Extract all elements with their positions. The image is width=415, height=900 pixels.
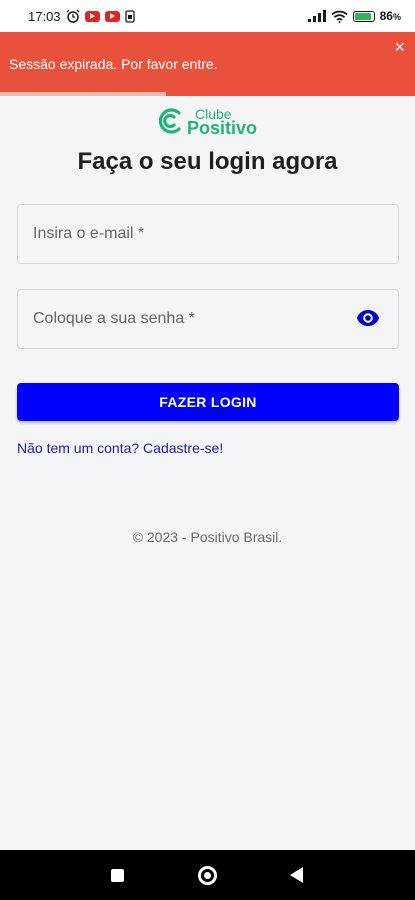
signal-icon	[307, 10, 326, 22]
logo-text: Clube Positivo	[187, 107, 258, 138]
password-input[interactable]	[18, 290, 398, 348]
status-bar: 17:03 86%	[0, 0, 415, 32]
status-left: 17:03	[28, 9, 135, 24]
signup-link[interactable]: Não tem um conta? Cadastre-se!	[17, 440, 223, 456]
clube-positivo-logo: Clube Positivo	[157, 107, 258, 138]
battery-level: 86%	[379, 9, 401, 23]
recent-apps-icon[interactable]	[111, 869, 124, 882]
youtube-icon	[84, 10, 100, 22]
page-title: Faça o seu login agora	[77, 148, 338, 175]
status-right: 86%	[307, 9, 401, 23]
toast-progress-bar	[0, 92, 166, 96]
close-icon[interactable]: ×	[394, 38, 405, 56]
email-field[interactable]	[17, 204, 399, 264]
password-field[interactable]	[17, 289, 399, 349]
session-expired-toast: Sessão expirada. Por favor entre. ×	[0, 32, 415, 96]
alarm-icon	[66, 9, 80, 23]
back-icon[interactable]	[290, 867, 303, 883]
battery-icon	[352, 10, 375, 22]
logo-line-2: Positivo	[187, 118, 258, 138]
footer-copyright: © 2023 - Positivo Brasil.	[132, 529, 283, 545]
youtube-icon	[104, 10, 120, 22]
toast-message: Sessão expirada. Por favor entre.	[9, 56, 218, 72]
home-icon[interactable]	[198, 866, 217, 885]
eye-icon[interactable]	[356, 309, 380, 327]
wifi-icon	[331, 10, 348, 23]
system-nav-bar	[0, 850, 415, 900]
status-time: 17:03	[28, 8, 61, 24]
email-input[interactable]	[18, 205, 398, 263]
logo-mark-icon	[158, 108, 181, 134]
sim-icon	[124, 9, 135, 23]
login-button[interactable]: FAZER LOGIN	[17, 383, 399, 421]
